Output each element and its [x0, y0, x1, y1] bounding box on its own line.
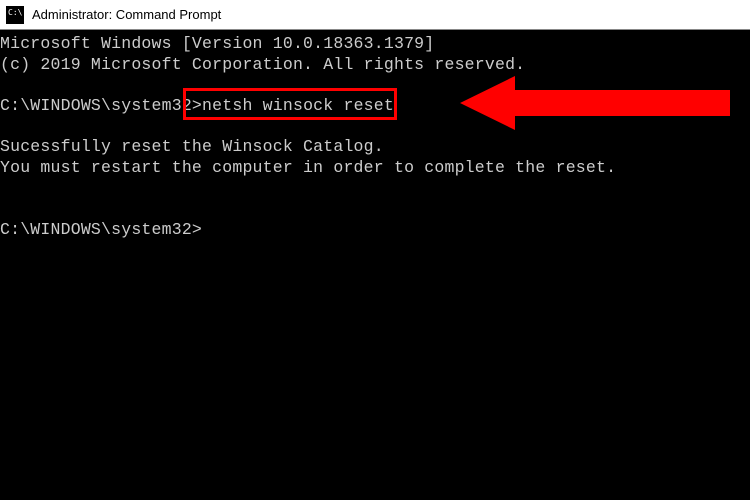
blank-line: [0, 117, 750, 138]
terminal-output[interactable]: Microsoft Windows [Version 10.0.18363.13…: [0, 30, 750, 500]
prompt-path: C:\WINDOWS\system32>: [0, 96, 202, 117]
copyright-line: (c) 2019 Microsoft Corporation. All righ…: [0, 55, 750, 76]
window-title: Administrator: Command Prompt: [32, 7, 221, 22]
blank-line: [0, 75, 750, 96]
cmd-icon: [6, 6, 24, 24]
window-titlebar[interactable]: Administrator: Command Prompt: [0, 0, 750, 30]
result-line: Sucessfully reset the Winsock Catalog.: [0, 137, 750, 158]
blank-line: [0, 199, 750, 220]
entered-command: netsh winsock reset: [202, 96, 394, 117]
result-line: You must restart the computer in order t…: [0, 158, 750, 179]
prompt-ready: C:\WINDOWS\system32>: [0, 220, 750, 241]
command-line: C:\WINDOWS\system32>netsh winsock reset: [0, 96, 750, 117]
version-line: Microsoft Windows [Version 10.0.18363.13…: [0, 34, 750, 55]
blank-line: [0, 178, 750, 199]
